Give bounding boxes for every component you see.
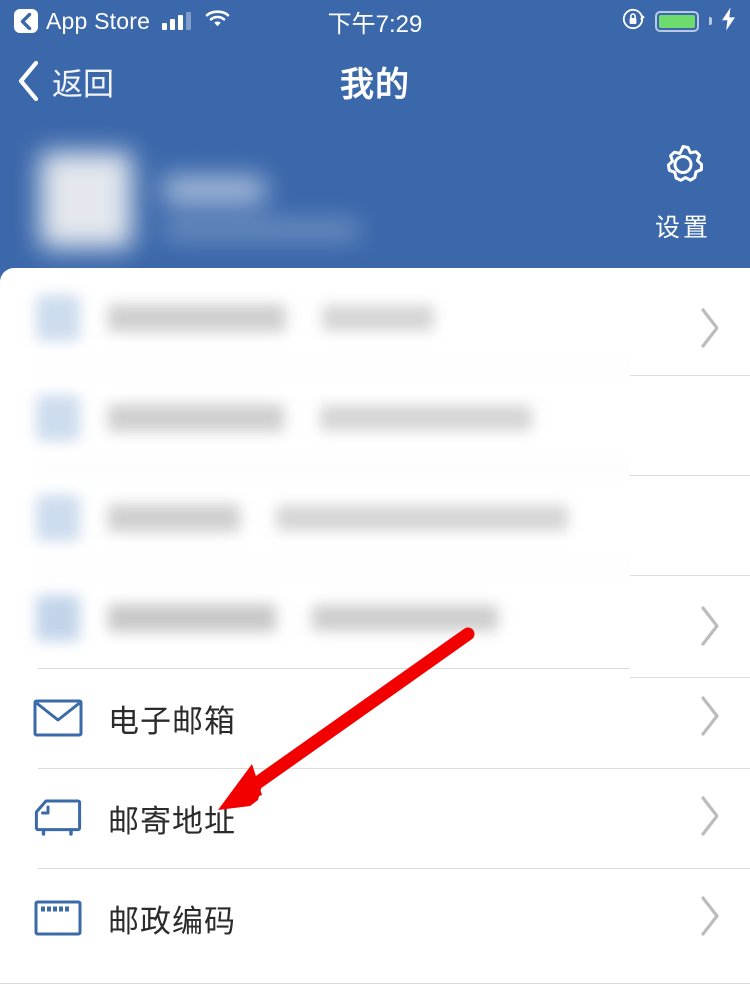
list-item[interactable]: [0, 368, 750, 468]
status-bar-left: App Store: [14, 8, 230, 35]
settings-list: 电子邮箱 邮寄地址 邮政编码: [0, 268, 750, 995]
chevron-right-icon: [698, 295, 722, 342]
page-title: 我的: [340, 65, 410, 104]
phone-icon: [30, 590, 86, 646]
list-item-value: [322, 305, 434, 331]
user-card-icon: [30, 290, 86, 346]
profile-redacted-region: [0, 120, 640, 285]
list-item-label: [108, 604, 276, 632]
list-item-value: [312, 605, 498, 631]
list-item-label: [108, 504, 240, 532]
list-item-label: 邮政编码: [108, 903, 236, 939]
list-item-postal-code[interactable]: 邮政编码: [0, 868, 750, 968]
status-bar-right: [622, 7, 736, 36]
app-store-back-chip[interactable]: [14, 9, 38, 33]
list-item-label: [108, 304, 286, 332]
settings-button[interactable]: 设置: [634, 138, 732, 244]
list-item[interactable]: [0, 268, 750, 368]
avatar[interactable]: [40, 152, 132, 248]
status-bar-back-app-label[interactable]: App Store: [46, 8, 150, 35]
battery-full-icon: [655, 10, 699, 32]
gear-icon: [666, 145, 703, 182]
wifi-icon: [205, 9, 230, 33]
list-item-label: 电子邮箱: [108, 703, 236, 739]
navigation-bar: 返回 我的: [0, 42, 750, 120]
list-item-label: 邮寄地址: [108, 803, 236, 839]
postal-code-icon: [30, 890, 86, 946]
truck-icon: [30, 790, 86, 846]
list-item[interactable]: [0, 568, 750, 668]
list-item[interactable]: [0, 468, 750, 568]
chevron-left-icon: [20, 12, 31, 30]
battery-cap-icon: [709, 17, 712, 25]
cellular-signal-icon: [162, 12, 192, 30]
lightning-bolt-icon: [721, 7, 736, 36]
building-icon: [30, 490, 86, 546]
list-item-mailing-address[interactable]: 邮寄地址: [0, 768, 750, 868]
chevron-right-icon: [698, 695, 722, 742]
list-item-email[interactable]: 电子邮箱: [0, 668, 750, 768]
list-item-value: [320, 405, 532, 431]
id-card-icon: [30, 390, 86, 446]
rotation-lock-icon: [622, 7, 646, 36]
chevron-right-icon: [698, 895, 722, 942]
list-item-label: [108, 404, 284, 432]
envelope-icon: [30, 690, 86, 746]
chevron-right-icon: [698, 795, 722, 842]
profile-header: 设置: [0, 120, 750, 285]
chevron-right-icon: [698, 595, 722, 642]
status-bar: App Store 下午7:29: [0, 0, 750, 42]
list-item-value: [276, 505, 568, 531]
profile-subtitle: [163, 223, 359, 237]
list-bottom-divider: [0, 983, 750, 984]
settings-label: 设置: [654, 214, 711, 242]
profile-name: [163, 177, 265, 203]
